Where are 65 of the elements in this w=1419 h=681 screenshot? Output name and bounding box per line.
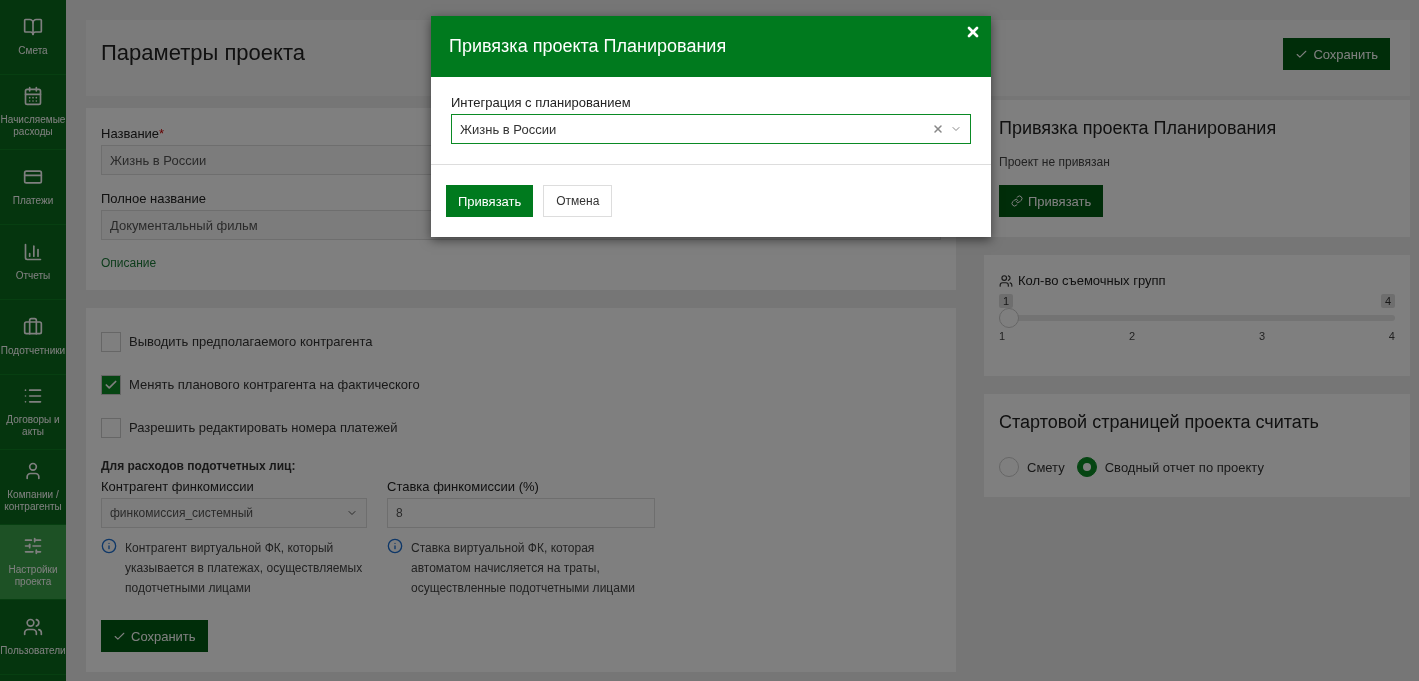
list-icon — [23, 386, 43, 406]
link-icon — [1011, 195, 1023, 207]
radio-button[interactable] — [999, 457, 1019, 477]
cancel-button[interactable]: Отмена — [543, 185, 613, 217]
section-heading: Для расходов подотчетных лиц: — [101, 459, 297, 473]
tick-label: 3 — [1258, 330, 1266, 342]
select-field[interactable]: финкомиссия_системный — [101, 498, 367, 528]
radio-label: Смету — [1027, 459, 1065, 475]
checkbox-label: Выводить предполагаемого контрагента — [129, 334, 373, 349]
input-field[interactable]: 8 — [387, 498, 655, 528]
book-icon — [23, 17, 43, 37]
radio-button[interactable] — [1076, 457, 1097, 477]
description-link[interactable]: Описание — [101, 256, 157, 270]
modal-title: Привязка проекта Планирования — [449, 36, 727, 57]
checkbox[interactable] — [101, 374, 121, 395]
user-icon — [23, 461, 43, 481]
card-title: Привязка проекта Планирования — [999, 118, 1278, 139]
save-button[interactable]: Сохранить — [1283, 38, 1390, 70]
info-icon — [387, 538, 403, 554]
tick-label: 4 — [1388, 330, 1395, 342]
confirm-button[interactable]: Привязать — [446, 185, 534, 217]
card-icon — [23, 167, 43, 187]
link-button[interactable]: Привязать — [999, 185, 1104, 217]
sidebar-item[interactable]: Пользователи — [0, 600, 66, 675]
close-button[interactable] — [965, 24, 981, 40]
info-icon — [101, 538, 117, 554]
tick-label: 2 — [1128, 330, 1136, 342]
clear-icon[interactable] — [932, 123, 944, 135]
status-text: Проект не привязан — [999, 155, 1111, 169]
slider-label: Кол-во съемочных групп — [1018, 273, 1166, 288]
sidebar-item[interactable]: Начисляемые расходы — [0, 75, 66, 150]
page-title: Параметры проекта — [101, 40, 305, 66]
save-button[interactable]: Сохранить — [101, 620, 208, 652]
field-label: Интеграция с планированием — [451, 95, 631, 110]
slider-track[interactable] — [999, 308, 1395, 328]
tick-label: 1 — [999, 330, 1006, 342]
select-field[interactable]: Жизнь в России — [451, 114, 971, 144]
sliders-icon — [23, 536, 43, 556]
sidebar-item[interactable]: Подотчетники — [0, 300, 66, 375]
users-icon — [23, 617, 43, 637]
bar-chart-icon — [23, 242, 43, 262]
sidebar-item[interactable]: Платежи — [0, 150, 66, 225]
field-label: Полное название — [101, 191, 206, 206]
checkbox-label: Менять планового контрагента на фактического — [129, 377, 420, 392]
briefcase-icon — [23, 317, 43, 337]
sidebar-item[interactable]: Договоры и акты — [0, 375, 66, 450]
checkbox[interactable] — [101, 417, 121, 438]
field-label: Ставка финкомиссии (%) — [387, 479, 539, 494]
field-label: Контрагент финкомиссии — [101, 479, 254, 494]
required-mark: * — [159, 126, 165, 141]
field-label: Название* — [101, 126, 165, 141]
sidebar-item[interactable]: Настройки проекта — [0, 525, 66, 600]
radio-label: Сводный отчет по проекту — [1104, 459, 1264, 475]
checkbox[interactable] — [101, 331, 121, 352]
sidebar-item[interactable]: Смета — [0, 0, 66, 75]
calendar-icon — [23, 86, 43, 106]
slider-handle[interactable] — [999, 308, 1019, 328]
card-title: Стартовой страницей проекта считать — [999, 412, 1320, 433]
sidebar-item[interactable]: Отчеты — [0, 225, 66, 300]
hint-text: Ставка виртуальной ФК, которая автоматом начисляется на траты, осуществленные подотчетными лицами — [411, 540, 636, 597]
max-value-label: 4 — [1380, 294, 1395, 308]
hint-text: Контрагент виртуальной ФК, который указывается в платежах, осуществляемых подотчетными лицами — [125, 540, 364, 597]
users-icon — [999, 273, 1013, 288]
checkbox-label: Разрешить редактировать номера платежей — [129, 420, 398, 435]
min-value-label: 1 — [999, 294, 1014, 308]
